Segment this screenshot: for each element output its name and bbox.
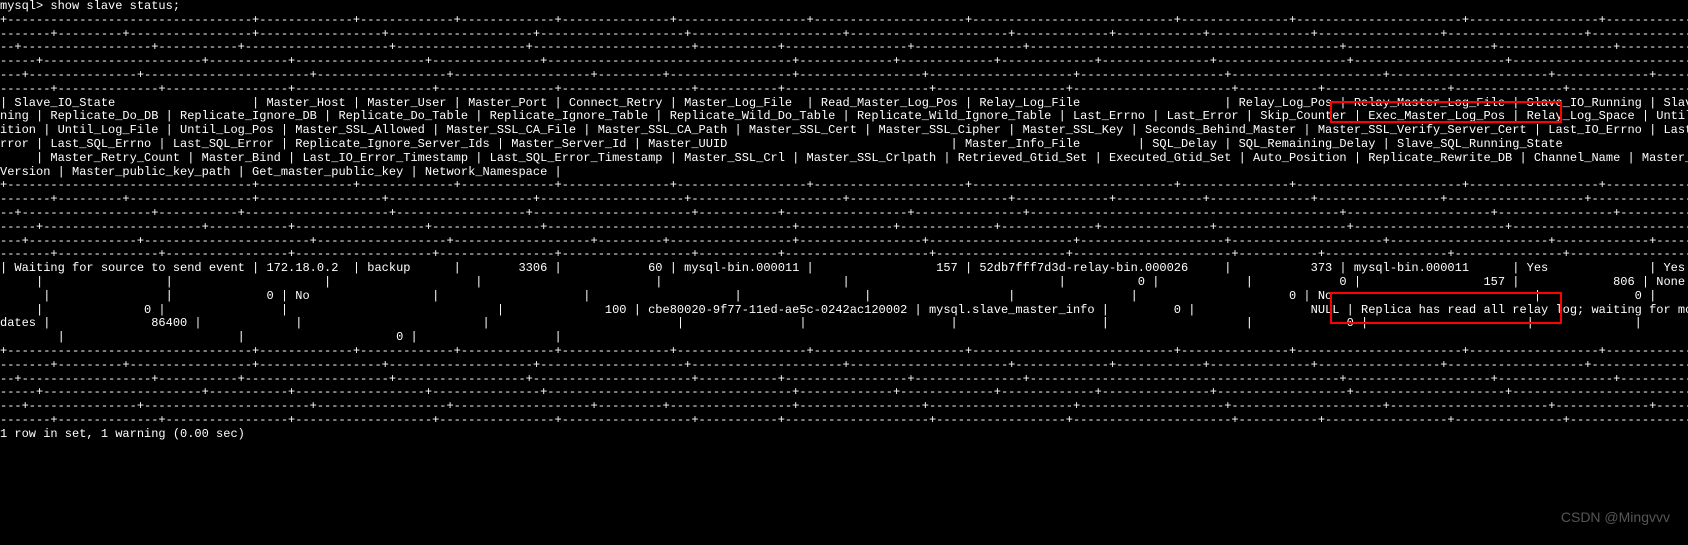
watermark: CSDN @Mingvvv: [1561, 509, 1670, 525]
mysql-terminal[interactable]: mysql> show slave status; +-------------…: [0, 0, 1688, 545]
